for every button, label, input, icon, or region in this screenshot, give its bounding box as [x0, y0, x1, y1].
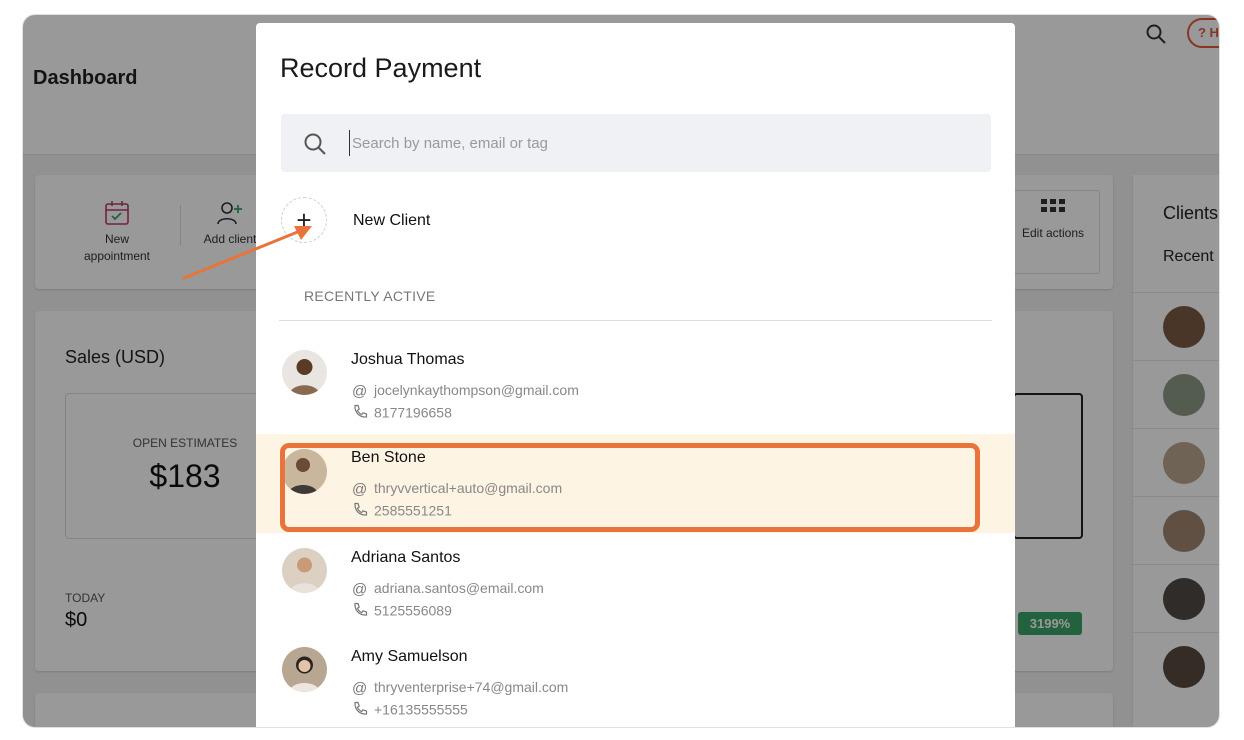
avatar [282, 647, 327, 692]
client-email: @ thryvvertical+auto@gmail.com [352, 480, 563, 498]
recently-active-label: RECENTLY ACTIVE [304, 288, 436, 304]
client-name: Amy Samuelson [351, 648, 468, 665]
client-name: Ben Stone [351, 449, 426, 466]
plus-icon: + [281, 197, 327, 243]
client-name: Adriana Santos [351, 549, 461, 566]
new-client-button[interactable]: + New Client [281, 197, 681, 245]
record-payment-modal: Record Payment + New Client RECENTLY ACT… [256, 23, 1015, 727]
client-email: @ jocelynkaythompson@gmail.com [352, 382, 579, 400]
modal-title: Record Payment [280, 53, 482, 83]
divider [279, 320, 992, 321]
client-row-joshua-thomas[interactable]: Joshua Thomas @ jocelynkaythompson@gmail.… [256, 335, 1015, 434]
client-phone: 8177196658 [352, 404, 452, 424]
client-name: Joshua Thomas [351, 351, 465, 368]
phone-icon [352, 602, 368, 622]
client-phone: 2585551251 [352, 502, 452, 522]
client-email: @ thryventerprise+74@gmail.com [352, 679, 569, 697]
client-row-amy-samuelson[interactable]: Amy Samuelson @ thryventerprise+74@gmail.… [256, 632, 1015, 727]
avatar [282, 350, 327, 395]
client-row-adriana-santos[interactable]: Adriana Santos @ adriana.santos@email.com… [256, 533, 1015, 632]
client-phone: 5125556089 [352, 602, 452, 622]
client-row-ben-stone[interactable]: Ben Stone @ thryvvertical+auto@gmail.com … [256, 434, 1015, 533]
at-icon: @ [352, 382, 368, 400]
at-icon: @ [352, 580, 368, 598]
at-icon: @ [352, 480, 368, 498]
at-icon: @ [352, 679, 368, 697]
phone-icon [352, 701, 368, 721]
client-phone: +16135555555 [352, 701, 468, 721]
search-icon [304, 133, 326, 155]
avatar [282, 449, 327, 494]
phone-icon [352, 502, 368, 522]
client-email: @ adriana.santos@email.com [352, 580, 544, 598]
avatar [282, 548, 327, 593]
new-client-label: New Client [353, 212, 431, 229]
app-frame: Dashboard ? H New appointment Add client… [23, 15, 1219, 727]
client-search [281, 114, 991, 172]
phone-icon [352, 404, 368, 424]
search-input[interactable] [349, 130, 949, 156]
